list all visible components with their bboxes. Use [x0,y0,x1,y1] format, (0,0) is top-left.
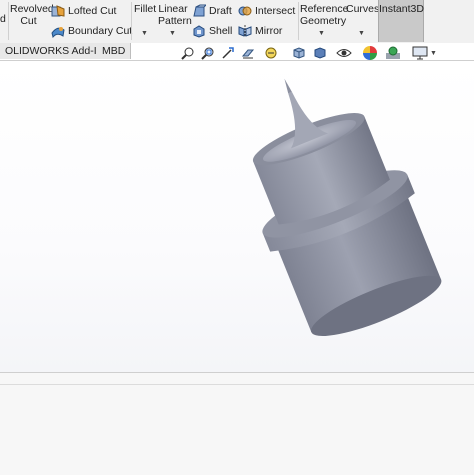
shell-icon [193,25,205,38]
display-style-icon [314,47,326,59]
view-orientation-icon [293,47,305,59]
eye-icon [336,49,352,57]
view-settings-dropdown-caret-icon[interactable]: ▼ [430,45,437,61]
tab-label: OLIDWORKS Add-Ins [5,45,108,57]
cut-button-partial[interactable]: d [0,13,6,25]
revolved-cut-label-line2: Cut [20,15,37,27]
shell-button[interactable]: Shell [192,24,232,38]
appearance-sphere-icon [363,46,377,60]
instant3d-button[interactable]: Instant3D [378,0,424,42]
intersect-label: Intersect [255,5,296,17]
reference-geometry-label-line2: Geometry [300,15,347,27]
shell-label: Shell [209,25,233,37]
3d-model[interactable] [0,61,474,372]
lofted-cut-label: Lofted Cut [68,5,117,17]
section-view-icon [241,49,255,59]
boundary-cut-button[interactable]: Boundary Cut [51,24,132,38]
monitor-icon [412,46,428,60]
revolved-cut-button[interactable]: Revolved Cut [10,3,54,27]
edit-appearance-button[interactable] [362,45,378,61]
fillet-button[interactable]: Fillet [134,3,156,15]
view-settings-button[interactable] [412,45,428,61]
ribbon-separator [298,2,299,40]
cut-label: d [0,13,6,25]
draft-icon [193,4,206,17]
reference-geometry-dropdown-caret-icon[interactable]: ▼ [318,30,325,37]
draft-button[interactable]: Draft [192,4,232,18]
ribbon-separator [8,2,9,40]
dynamic-annotation-icon [265,47,277,59]
graphics-area[interactable] [0,61,474,372]
fillet-dropdown-caret-icon[interactable]: ▼ [141,30,148,37]
draft-label: Draft [209,5,232,17]
curves-dropdown-caret-icon[interactable]: ▼ [358,30,365,37]
linear-pattern-label-line2: Pattern [158,15,192,27]
boundary-cut-label: Boundary Cut [68,25,133,37]
mirror-button[interactable]: Mirror [238,24,282,38]
intersect-button[interactable]: Intersect [238,4,295,18]
bottom-panel [0,372,474,475]
zoom-to-area-button[interactable] [201,45,215,61]
command-manager-tabs: OLIDWORKS Add-Ins MBD [0,43,474,61]
reference-geometry-button[interactable]: Reference Geometry [300,3,349,27]
panel-divider [0,384,474,385]
apply-scene-button[interactable] [385,45,401,61]
instant3d-label: Instant3D [379,3,424,15]
reference-geometry-label-line1: Reference [300,3,349,15]
dynamic-annotation-button[interactable] [264,45,278,61]
command-manager-ribbon: d Revolved Cut Lofted Cut Boundary Cut F… [0,0,474,44]
mirror-icon [238,25,252,37]
zoom-to-fit-button[interactable] [181,45,195,61]
zoom-to-fit-icon [181,47,194,60]
tab-mbd[interactable]: MBD [97,43,132,59]
section-view-button[interactable] [241,45,255,61]
curves-button[interactable]: Curves [346,3,380,15]
linear-pattern-label-line1: Linear [158,3,188,15]
mirror-label: Mirror [255,25,283,37]
lofted-cut-button[interactable]: Lofted Cut [51,4,116,18]
hide-show-items-button[interactable] [336,45,352,61]
curves-label: Curves [346,3,380,15]
previous-view-icon [222,47,234,59]
scene-icon [386,46,400,59]
ribbon-separator [131,2,132,40]
tab-label: MBD [102,45,126,57]
revolved-cut-label-line1: Revolved [10,3,54,15]
zoom-to-area-icon [201,47,214,60]
linear-pattern-button[interactable]: Linear Pattern [158,3,192,27]
fillet-label: Fillet [134,3,157,15]
lofted-cut-icon [51,5,65,17]
boundary-cut-icon [51,27,65,38]
cap-part [252,78,442,337]
previous-view-button[interactable] [221,45,235,61]
display-style-button[interactable] [312,45,328,61]
linear-pattern-dropdown-caret-icon[interactable]: ▼ [169,30,176,37]
view-orientation-button[interactable] [291,45,307,61]
intersect-icon [238,6,252,16]
